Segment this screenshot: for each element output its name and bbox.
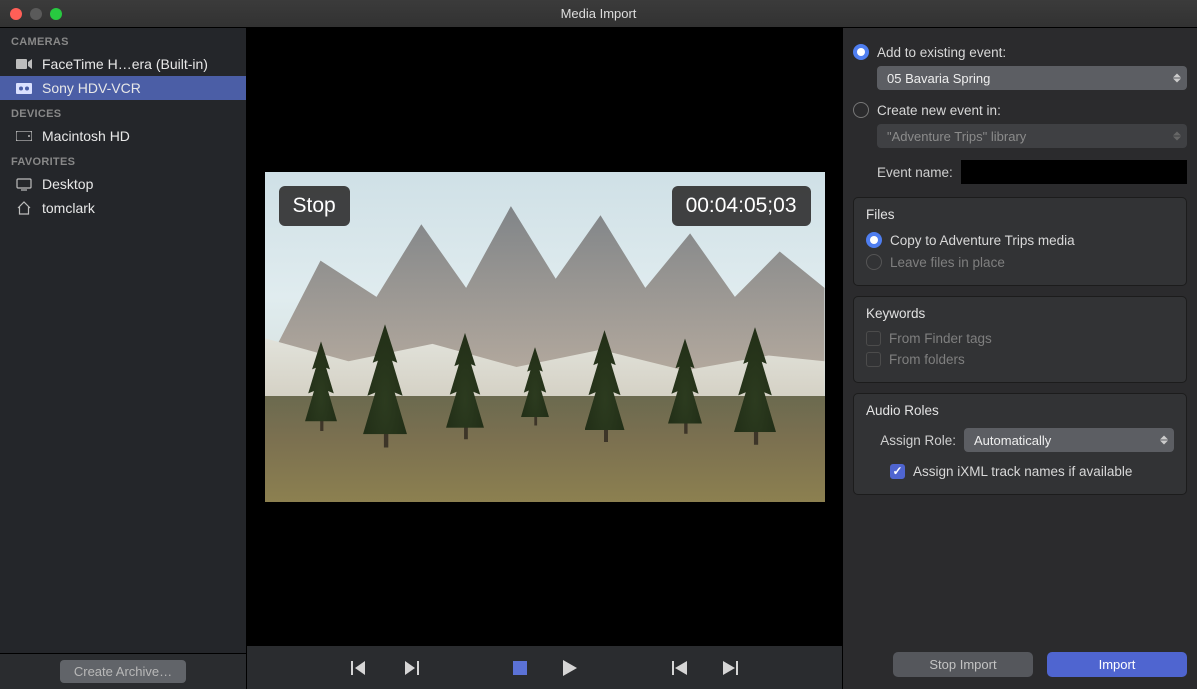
files-header: Files [866,207,1174,222]
event-name-input[interactable] [961,160,1187,184]
copy-media-radio[interactable] [866,232,882,248]
event-name-label: Event name: [877,165,953,180]
import-settings-pane: Add to existing event: 05 Bavaria Spring… [843,28,1197,689]
video-preview: Stop 00:04:05;03 [265,172,825,502]
window-title: Media Import [0,6,1197,21]
from-folders-checkbox[interactable] [866,352,881,367]
create-new-radio[interactable] [853,102,869,118]
prev-clip-button[interactable] [666,656,694,680]
desktop-icon [15,178,33,191]
sidebar-item-label: FaceTime H…era (Built-in) [42,56,208,72]
chevron-updown-icon [1173,132,1181,141]
sidebar-header-devices: DEVICES [0,100,246,124]
leave-in-place-radio[interactable] [866,254,882,270]
sidebar-item-label: Sony HDV-VCR [42,80,141,96]
create-archive-button[interactable]: Create Archive… [60,660,186,683]
drive-icon [15,131,33,141]
chevron-updown-icon [1173,74,1181,83]
finder-tags-label: From Finder tags [889,331,992,346]
timecode-display: 00:04:05;03 [672,186,811,226]
ixml-checkbox[interactable] [890,464,905,479]
sidebar-header-cameras: CAMERAS [0,28,246,52]
keywords-header: Keywords [866,306,1174,321]
existing-event-value: 05 Bavaria Spring [887,71,990,86]
create-new-label: Create new event in: [877,103,1001,118]
sidebar-item-facetime[interactable]: FaceTime H…era (Built-in) [0,52,246,76]
sidebar-item-macintosh-hd[interactable]: Macintosh HD [0,124,246,148]
files-panel: Files Copy to Adventure Trips media Leav… [853,197,1187,286]
sidebar-item-sony-hdv[interactable]: Sony HDV-VCR [0,76,246,100]
play-button[interactable] [556,656,584,680]
stop-button[interactable] [506,656,534,680]
existing-event-select[interactable]: 05 Bavaria Spring [877,66,1187,90]
recording-stop-badge: Stop [279,186,350,226]
camera-icon [15,58,33,70]
add-existing-label: Add to existing event: [877,45,1006,60]
step-forward-button[interactable] [396,656,424,680]
viewer-pane: Stop 00:04:05;03 [247,28,843,689]
assign-role-label: Assign Role: [866,433,956,448]
audio-roles-panel: Audio Roles Assign Role: Automatically A… [853,393,1187,495]
chevron-updown-icon [1160,436,1168,445]
tape-icon [15,83,33,94]
titlebar: Media Import [0,0,1197,28]
home-icon [15,201,33,215]
import-footer: Stop Import Import [843,644,1197,689]
add-existing-radio[interactable] [853,44,869,60]
ixml-label: Assign iXML track names if available [913,464,1132,479]
from-folders-label: From folders [889,352,965,367]
sidebar-item-label: tomclark [42,200,95,216]
sidebar-item-desktop[interactable]: Desktop [0,172,246,196]
sidebar-item-label: Desktop [42,176,93,192]
next-clip-button[interactable] [716,656,744,680]
leave-in-place-label: Leave files in place [890,255,1005,270]
assign-role-value: Automatically [974,433,1051,448]
sidebar-item-label: Macintosh HD [42,128,130,144]
transport-bar [247,645,842,689]
sidebar-footer: Create Archive… [0,653,246,689]
library-value: "Adventure Trips" library [887,129,1026,144]
library-select[interactable]: "Adventure Trips" library [877,124,1187,148]
assign-role-select[interactable]: Automatically [964,428,1174,452]
sidebar-item-home[interactable]: tomclark [0,196,246,220]
step-back-button[interactable] [346,656,374,680]
copy-media-label: Copy to Adventure Trips media [890,233,1075,248]
keywords-panel: Keywords From Finder tags From folders [853,296,1187,383]
audio-roles-header: Audio Roles [866,403,1174,418]
finder-tags-checkbox[interactable] [866,331,881,346]
sidebar: CAMERAS FaceTime H…era (Built-in) Sony H… [0,28,247,689]
sidebar-header-favorites: FAVORITES [0,148,246,172]
import-button[interactable]: Import [1047,652,1187,677]
stop-import-button[interactable]: Stop Import [893,652,1033,677]
